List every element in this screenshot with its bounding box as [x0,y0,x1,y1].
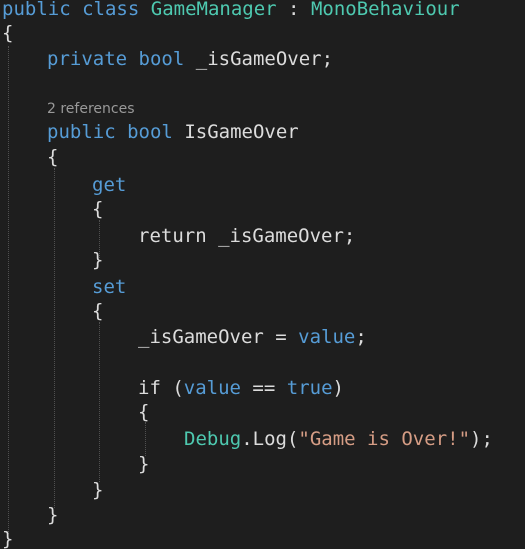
code-line-open-brace[interactable]: { [138,400,149,425]
brace-token: { [47,146,59,168]
code-line-close-brace[interactable]: } [138,452,149,477]
code-line-open-brace[interactable]: { [92,299,103,324]
brace-token: } [138,453,150,475]
code-line-open-brace[interactable]: { [92,197,103,222]
code-line-close-brace[interactable]: } [47,503,58,528]
keyword-public: public [47,121,116,143]
keyword-private: private [47,48,128,70]
code-line-return[interactable]: return _isGameOver; [138,224,355,249]
return-statement: return _isGameOver; [138,225,356,247]
base-class-name: MonoBehaviour [310,0,460,20]
indent-guide [54,168,55,508]
brace-token: { [2,22,14,44]
colon-token: : [288,0,300,20]
code-line-if-statement[interactable]: if (value == true) [138,376,344,401]
brace-token: { [138,401,150,423]
code-line-debug-log[interactable]: Debug.Log("Game is Over!"); [184,427,493,452]
code-line-setter[interactable]: set [92,275,126,300]
string-literal: "Game is Over!" [298,428,471,450]
field-name: _isGameOver; [195,48,334,70]
property-name: IsGameOver [184,121,299,143]
equality-operator: == [252,377,276,399]
brace-token: } [92,479,104,501]
keyword-value: value [298,326,356,348]
indent-guide [99,322,100,482]
brace-token: { [92,198,104,220]
close-paren-token: ) [332,377,344,399]
code-editor[interactable]: public class GameManager : MonoBehaviour… [0,0,525,549]
code-line-close-brace[interactable]: } [2,527,13,549]
code-line-assignment[interactable]: _isGameOver = value; [138,325,367,350]
statement-end-token: ); [470,428,493,450]
code-line-close-brace[interactable]: } [92,478,103,503]
debug-class-name: Debug [184,428,242,450]
brace-token: { [92,300,104,322]
log-method: Log( [252,428,299,450]
brace-token: } [2,528,14,549]
keyword-public: public [2,0,71,20]
keyword-class: class [82,0,140,20]
indent-guide [8,46,9,534]
keyword-get: get [92,174,127,196]
keyword-bool: bool [127,121,173,143]
code-line-open-brace[interactable]: { [2,21,13,46]
brace-token: } [47,504,59,526]
indent-guide [145,422,146,456]
code-line-close-brace[interactable]: } [92,248,103,273]
dot-token: . [241,428,253,450]
code-line-class-declaration[interactable]: public class GameManager : MonoBehaviour [2,0,460,22]
keyword-set: set [92,276,127,298]
class-name: GameManager [150,0,277,20]
codelens-references[interactable]: 2 references [47,98,135,120]
code-line-getter[interactable]: get [92,173,126,198]
keyword-value: value [183,377,241,399]
semicolon-token: ; [355,326,367,348]
code-line-field-declaration[interactable]: private bool _isGameOver; [47,47,333,72]
code-line-property-declaration[interactable]: public bool IsGameOver [47,120,299,145]
assignment-target: _isGameOver = [138,326,287,348]
keyword-bool: bool [138,48,185,70]
keyword-true: true [286,377,333,399]
brace-token: } [92,249,104,271]
code-line-open-brace[interactable]: { [47,145,58,170]
if-keyword: if ( [138,377,184,399]
